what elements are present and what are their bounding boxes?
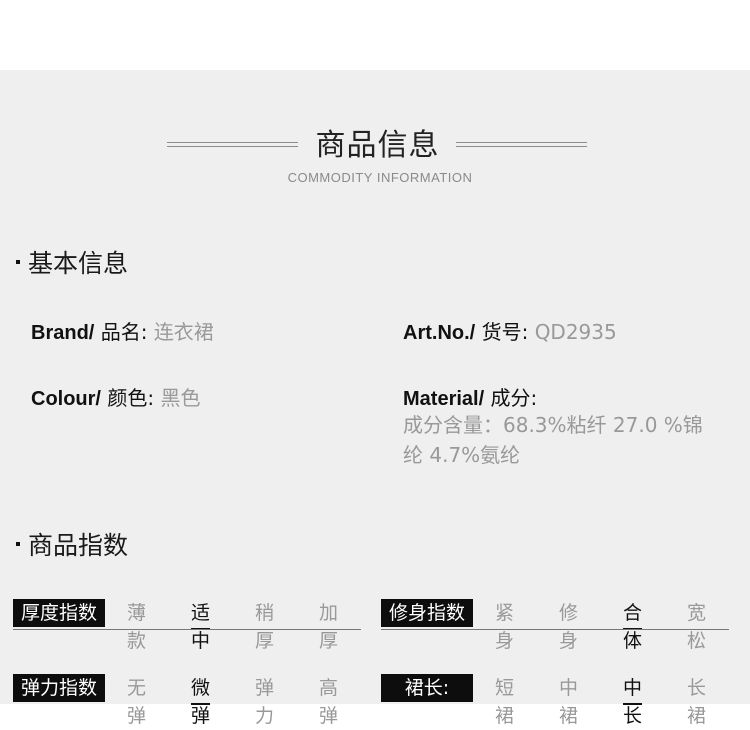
brand-field: Brand/ 品名: 连衣裙 xyxy=(31,316,214,345)
thickness-option-thin: 薄款 xyxy=(127,602,147,652)
colour-label-en: Colour/ xyxy=(31,388,101,410)
material-label-zh: 成分: xyxy=(490,386,538,410)
thickness-option-thickish: 稍厚 xyxy=(255,602,275,652)
skirt-length-option-long: 长裙 xyxy=(687,677,707,727)
section-subtitle: COMMODITY INFORMATION xyxy=(287,170,473,185)
fit-option-regular: 合体 xyxy=(623,599,643,652)
index-heading-text: 商品指数 xyxy=(28,531,129,560)
fit-option-slim: 修身 xyxy=(559,602,579,652)
basic-info-heading-text: 基本信息 xyxy=(28,249,129,278)
art-no-label-en: Art.No./ xyxy=(403,322,476,344)
elasticity-index-tag: 弹力指数 xyxy=(13,674,105,702)
colour-value: 黑色 xyxy=(160,386,201,410)
material-value: 成分含量：68.3%粘纤 27.0 %锦 纶 4.7%氨纶 xyxy=(403,410,723,470)
bullet-icon xyxy=(16,260,20,264)
brand-label-en: Brand/ xyxy=(31,322,95,344)
elasticity-option-slight: 微弹 xyxy=(191,674,211,727)
basic-info-heading: 基本信息 xyxy=(16,244,128,280)
material-field: Material/ 成分: xyxy=(403,382,537,411)
title-divider-left xyxy=(167,142,298,147)
title-divider-right xyxy=(456,142,587,147)
fit-option-tight: 紧身 xyxy=(495,602,515,652)
skirt-length-option-medium: 中裙 xyxy=(559,677,579,727)
art-no-label-zh: 货号: xyxy=(481,320,529,344)
material-value-line1: 成分含量：68.3%粘纤 27.0 %锦 xyxy=(403,413,703,437)
bullet-icon xyxy=(16,542,20,546)
art-no-value: QD2935 xyxy=(534,320,617,344)
section-title: 商品信息 xyxy=(315,128,440,163)
thickness-index-tag: 厚度指数 xyxy=(13,599,105,627)
thickness-option-medium: 适中 xyxy=(191,599,211,652)
elasticity-option-none: 无弹 xyxy=(127,677,147,727)
skirt-length-option-short: 短裙 xyxy=(495,677,515,727)
fit-baseline xyxy=(381,629,729,630)
fit-index-tag: 修身指数 xyxy=(381,599,473,627)
elasticity-option-high: 高弹 xyxy=(319,677,339,727)
material-value-line2: 纶 4.7%氨纶 xyxy=(403,443,521,467)
fit-option-loose: 宽松 xyxy=(687,602,707,652)
brand-label-zh: 品名: xyxy=(100,320,148,344)
thickness-option-thick: 加厚 xyxy=(319,602,339,652)
art-no-field: Art.No./ 货号: QD2935 xyxy=(403,316,617,345)
colour-label-zh: 颜色: xyxy=(107,386,155,410)
material-label-en: Material/ xyxy=(403,388,485,410)
brand-value: 连衣裙 xyxy=(153,320,214,344)
elasticity-option-stretch: 弹力 xyxy=(255,677,275,727)
thickness-baseline xyxy=(13,629,361,630)
skirt-length-option-midi: 中长 xyxy=(623,674,643,727)
skirt-length-tag: 裙长: xyxy=(381,674,473,702)
index-heading: 商品指数 xyxy=(16,526,128,562)
colour-field: Colour/ 颜色: 黑色 xyxy=(31,382,200,411)
